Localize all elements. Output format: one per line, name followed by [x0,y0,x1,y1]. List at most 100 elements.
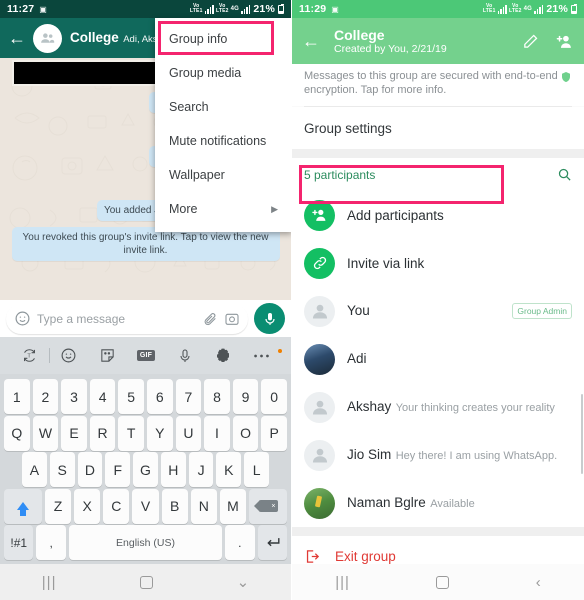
message-input-placeholder[interactable]: Type a message [37,312,196,326]
key-d[interactable]: D [77,452,103,487]
key-j[interactable]: J [188,452,214,487]
status-bar-right: 11:29 ▣ Vo LTE1 Vo LTE2 4G 21% [292,0,584,18]
participant-name: Adi [347,351,367,366]
comma-key[interactable]: , [36,525,66,560]
key-l[interactable]: L [244,452,270,487]
participant-row[interactable]: Jio Sim Hey there! I am using WhatsApp. [292,431,584,479]
dual-screenshot: 11:27 ▣ Vo LTE1 Vo LTE2 4G 21% ← College A… [0,0,584,600]
exit-group-row[interactable]: Exit group [292,536,584,564]
group-created-subtitle: Created by You, 2/21/19 [334,42,447,55]
home-icon[interactable] [140,575,154,589]
key-g[interactable]: G [133,452,158,487]
android-navbar-right: ||| ‹ [292,564,584,600]
exit-icon [304,548,321,564]
key-m[interactable]: M [219,488,247,524]
pencil-icon[interactable] [522,33,539,50]
sticker-icon[interactable] [88,347,127,364]
encryption-notice[interactable]: Messages to this group are secured with … [292,64,584,106]
emoji-icon[interactable] [14,310,31,327]
key-v[interactable]: V [132,488,159,524]
key-y[interactable]: Y [147,415,173,451]
status-time: 11:27 [7,3,35,15]
key-p[interactable]: P [261,415,287,451]
key-7[interactable]: 7 [175,379,202,414]
key-u[interactable]: U [175,415,202,451]
recents-icon[interactable]: ||| [42,574,57,591]
participant-row[interactable]: Naman Bglre Available [292,479,584,527]
period-key[interactable]: . [225,525,255,560]
menu-item-more[interactable]: More ▶ [155,192,291,226]
back-chevron-icon[interactable]: ‹ [536,574,541,591]
voice-record-button[interactable] [254,303,285,334]
group-settings-row[interactable]: Group settings [292,107,584,149]
key-z[interactable]: Z [44,488,72,524]
message-input-bar: Type a message [0,300,291,337]
settings-gear-icon[interactable] [204,348,243,364]
participant-status: Available [430,498,475,510]
arrow-left-icon[interactable]: ← [8,29,26,47]
microphone-icon[interactable] [165,348,204,364]
key-k[interactable]: K [216,452,242,487]
home-icon[interactable] [436,575,450,589]
emoji-icon[interactable] [50,347,89,364]
key-w[interactable]: W [32,415,59,451]
key-x[interactable]: X [74,488,101,524]
menu-item-search[interactable]: Search [155,90,291,124]
add-participants-row[interactable]: Add participants [292,191,584,239]
keyboard-row-zxcv: Z X C V B N M × [2,488,289,524]
key-f[interactable]: F [105,452,131,487]
status-badge: Group Admin [512,303,572,319]
menu-item-mute-notifications[interactable]: Mute notifications [155,124,291,158]
gif-icon[interactable]: GIF [127,350,166,361]
menu-item-wallpaper[interactable]: Wallpaper [155,158,291,192]
group-avatar-icon[interactable] [33,23,62,53]
key-2[interactable]: 2 [32,379,59,414]
key-h[interactable]: H [160,452,186,487]
key-8[interactable]: 8 [204,379,230,414]
participant-row[interactable]: Adi [292,335,584,383]
invite-via-link-row[interactable]: Invite via link [292,239,584,287]
collapse-keyboard-icon[interactable]: ⌄ [237,573,250,591]
more-options-icon[interactable] [242,348,283,359]
search-icon[interactable] [557,167,572,182]
participant-row[interactable]: You Group Admin [292,287,584,335]
add-person-icon[interactable] [555,33,574,50]
key-e[interactable]: E [61,415,87,451]
avatar [304,295,335,327]
key-o[interactable]: O [232,415,259,451]
scrollbar[interactable] [580,394,583,474]
recents-icon[interactable]: ||| [335,574,350,591]
menu-item-group-info[interactable]: Group info [155,22,291,56]
key-t[interactable]: T [118,415,144,451]
arrow-left-icon[interactable]: ← [302,31,320,52]
space-key[interactable]: English (US) [68,525,223,560]
keyboard-row-qwerty: Q W E R T Y U I O P [2,415,289,451]
key-b[interactable]: B [161,488,188,524]
message-input-pill[interactable]: Type a message [6,303,248,334]
backspace-key[interactable]: × [249,488,287,524]
symbols-key[interactable]: !#1 [4,525,34,560]
key-6[interactable]: 6 [147,379,173,414]
key-s[interactable]: S [49,452,75,487]
key-r[interactable]: R [89,415,116,451]
text-translate-icon[interactable]: T [10,347,49,364]
network-4g-icon: 4G [523,6,532,12]
key-q[interactable]: Q [4,415,30,451]
message-bubble[interactable]: You revoked this group's invite link. Ta… [11,227,280,261]
enter-key[interactable] [257,525,287,560]
key-3[interactable]: 3 [61,379,87,414]
key-1[interactable]: 1 [4,379,30,414]
key-5[interactable]: 5 [118,379,144,414]
key-a[interactable]: A [21,452,47,487]
paperclip-icon[interactable] [202,311,218,327]
key-n[interactable]: N [190,488,217,524]
key-4[interactable]: 4 [89,379,116,414]
key-i[interactable]: I [204,415,230,451]
key-c[interactable]: C [103,488,130,524]
menu-item-group-media[interactable]: Group media [155,56,291,90]
key-0[interactable]: 0 [261,379,287,414]
participant-row[interactable]: Akshay Your thinking creates your realit… [292,383,584,431]
shift-key[interactable] [4,488,42,524]
key-9[interactable]: 9 [232,379,259,414]
camera-icon[interactable] [224,311,240,327]
